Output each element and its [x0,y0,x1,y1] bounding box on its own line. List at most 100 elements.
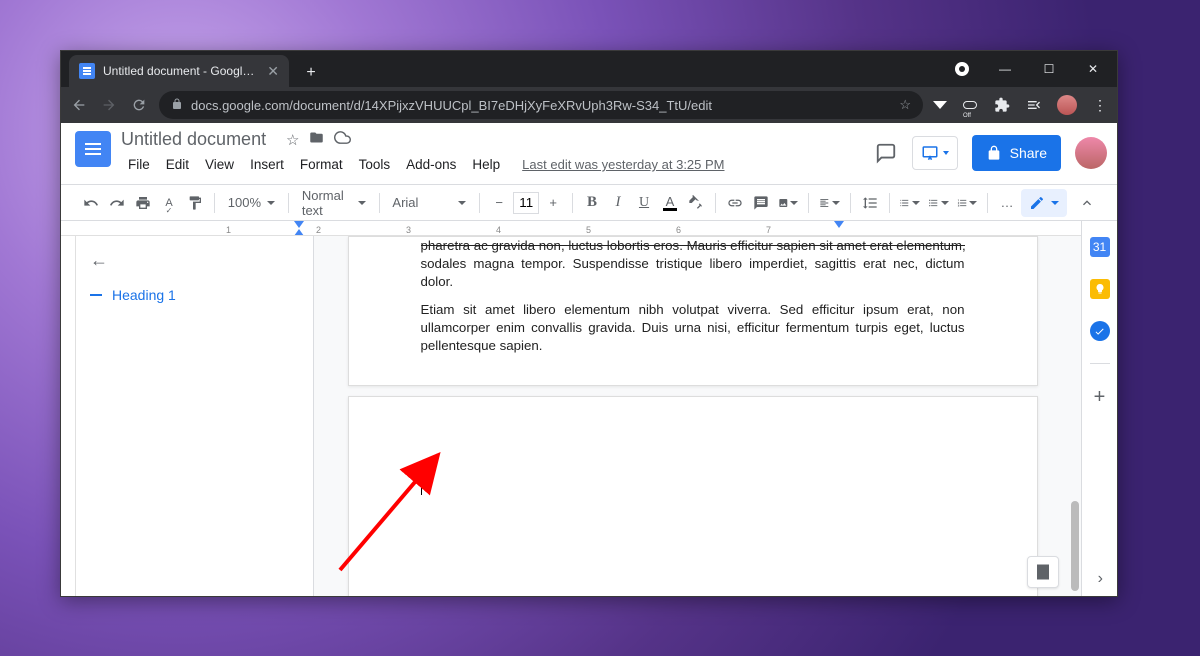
extensions-button[interactable] [993,96,1011,114]
extension-toggle-icon[interactable]: Off [961,96,979,114]
italic-button[interactable]: I [606,190,630,216]
font-size-input[interactable] [513,192,539,214]
calendar-icon[interactable]: 31 [1090,237,1110,257]
line-spacing-button[interactable] [858,190,882,216]
keep-icon[interactable] [1090,279,1110,299]
scrollbar-thumb[interactable] [1071,501,1079,591]
body-text: Etiam sit amet libero elementum nibh vol… [421,301,965,355]
docs-body: 1 2 3 4 5 6 7 ← Heading 1 pharetra ac gr… [61,221,1117,596]
window-close-button[interactable]: ✕ [1071,54,1115,84]
browser-tab[interactable]: Untitled document - Google Doc ✕ [69,55,289,87]
move-icon[interactable] [309,130,324,149]
maximize-button[interactable]: ☐ [1027,54,1071,84]
horizontal-ruler[interactable]: 1 2 3 4 5 6 7 [61,221,1081,236]
document-page-2[interactable] [348,396,1038,596]
align-button[interactable] [816,190,843,216]
share-label: Share [1010,145,1047,161]
font-size-increase[interactable]: + [541,190,565,216]
outline-marker-icon [90,294,102,296]
present-button[interactable] [912,136,958,170]
document-canvas[interactable]: pharetra ac gravida non, luctus lobortis… [314,221,1081,596]
outline-item-label: Heading 1 [112,287,176,303]
menu-addons[interactable]: Add-ons [399,154,463,175]
side-panel-toggle[interactable]: › [1098,570,1103,588]
editing-mode-button[interactable] [1021,189,1067,217]
text-cursor [421,479,423,495]
undo-button[interactable] [79,190,103,216]
last-edit-link[interactable]: Last edit was yesterday at 3:25 PM [515,154,731,175]
menu-format[interactable]: Format [293,154,350,175]
minimize-button[interactable]: — [983,54,1027,84]
tab-close-icon[interactable]: ✕ [267,63,279,80]
document-page-1[interactable]: pharetra ac gravida non, luctus lobortis… [348,236,1038,386]
paint-format-button[interactable] [183,190,207,216]
pencil-icon [1029,195,1045,211]
tab-media-indicator [955,62,969,76]
checklist-button[interactable] [896,190,923,216]
tab-title: Untitled document - Google Doc [103,64,259,78]
docs-favicon [79,63,95,79]
toolbar: A✓ 100% Normal text Arial − + B I U A … [61,185,1117,221]
chrome-menu-button[interactable]: ⋮ [1091,96,1109,114]
menu-insert[interactable]: Insert [243,154,291,175]
menu-tools[interactable]: Tools [352,154,398,175]
share-button[interactable]: Share [972,135,1061,171]
star-icon[interactable]: ☆ [286,131,299,149]
outline-back-button[interactable]: ← [90,250,299,271]
number-list-button[interactable] [954,190,981,216]
account-avatar[interactable] [1075,137,1107,169]
tasks-icon[interactable] [1090,321,1110,341]
docs-logo-icon[interactable] [75,131,111,167]
cloud-status-icon[interactable] [334,129,351,150]
document-title-input[interactable] [121,129,276,150]
insert-image-button[interactable] [775,190,802,216]
underline-button[interactable]: U [632,190,656,216]
header-right: Share [874,129,1107,171]
reload-button[interactable] [129,95,149,115]
new-tab-button[interactable]: + [297,59,325,87]
insert-comment-button[interactable] [749,190,773,216]
spellcheck-button[interactable]: A✓ [157,190,181,216]
print-button[interactable] [131,190,155,216]
more-button[interactable]: … [995,190,1019,216]
first-line-indent-marker[interactable] [294,221,304,228]
titlebar: Untitled document - Google Doc ✕ + — ☐ ✕ [61,51,1117,87]
font-family-select[interactable]: Arial [386,195,472,210]
reading-list-icon[interactable] [1025,96,1043,114]
redo-button[interactable] [105,190,129,216]
vertical-ruler[interactable] [61,236,76,596]
lock-icon [171,98,183,113]
menu-edit[interactable]: Edit [159,154,196,175]
left-indent-marker[interactable] [294,229,304,236]
extension-icons: Off ⋮ [933,95,1109,115]
forward-button[interactable] [99,95,119,115]
docs-header: ☆ File Edit View Insert Format Tools Add… [61,123,1117,185]
comments-icon[interactable] [874,141,898,165]
url-text: docs.google.com/document/d/14XPijxzVHUUC… [191,98,891,113]
divider [1090,363,1110,364]
right-indent-marker[interactable] [834,221,844,228]
explore-button[interactable] [1027,556,1059,588]
text-color-button[interactable]: A [658,190,682,216]
bookmark-star-icon[interactable]: ☆ [899,97,911,113]
menu-file[interactable]: File [121,154,157,175]
chevron-down-icon [458,201,466,205]
paragraph-style-select[interactable]: Normal text [296,188,372,218]
collapse-toolbar-button[interactable] [1075,190,1099,216]
extension-pocket-icon[interactable] [933,101,947,109]
zoom-select[interactable]: 100% [222,195,281,210]
outline-panel: ← Heading 1 [76,236,314,596]
insert-link-button[interactable] [723,190,747,216]
highlight-button[interactable] [684,190,708,216]
bullet-list-button[interactable] [925,190,952,216]
outline-item[interactable]: Heading 1 [90,287,299,303]
bold-button[interactable]: B [580,190,604,216]
menu-help[interactable]: Help [465,154,507,175]
side-panel: 31 + [1081,221,1117,596]
back-button[interactable] [69,95,89,115]
font-size-decrease[interactable]: − [487,190,511,216]
profile-avatar-small[interactable] [1057,95,1077,115]
omnibox[interactable]: docs.google.com/document/d/14XPijxzVHUUC… [159,91,923,119]
add-addon-button[interactable]: + [1094,386,1106,409]
menu-view[interactable]: View [198,154,241,175]
